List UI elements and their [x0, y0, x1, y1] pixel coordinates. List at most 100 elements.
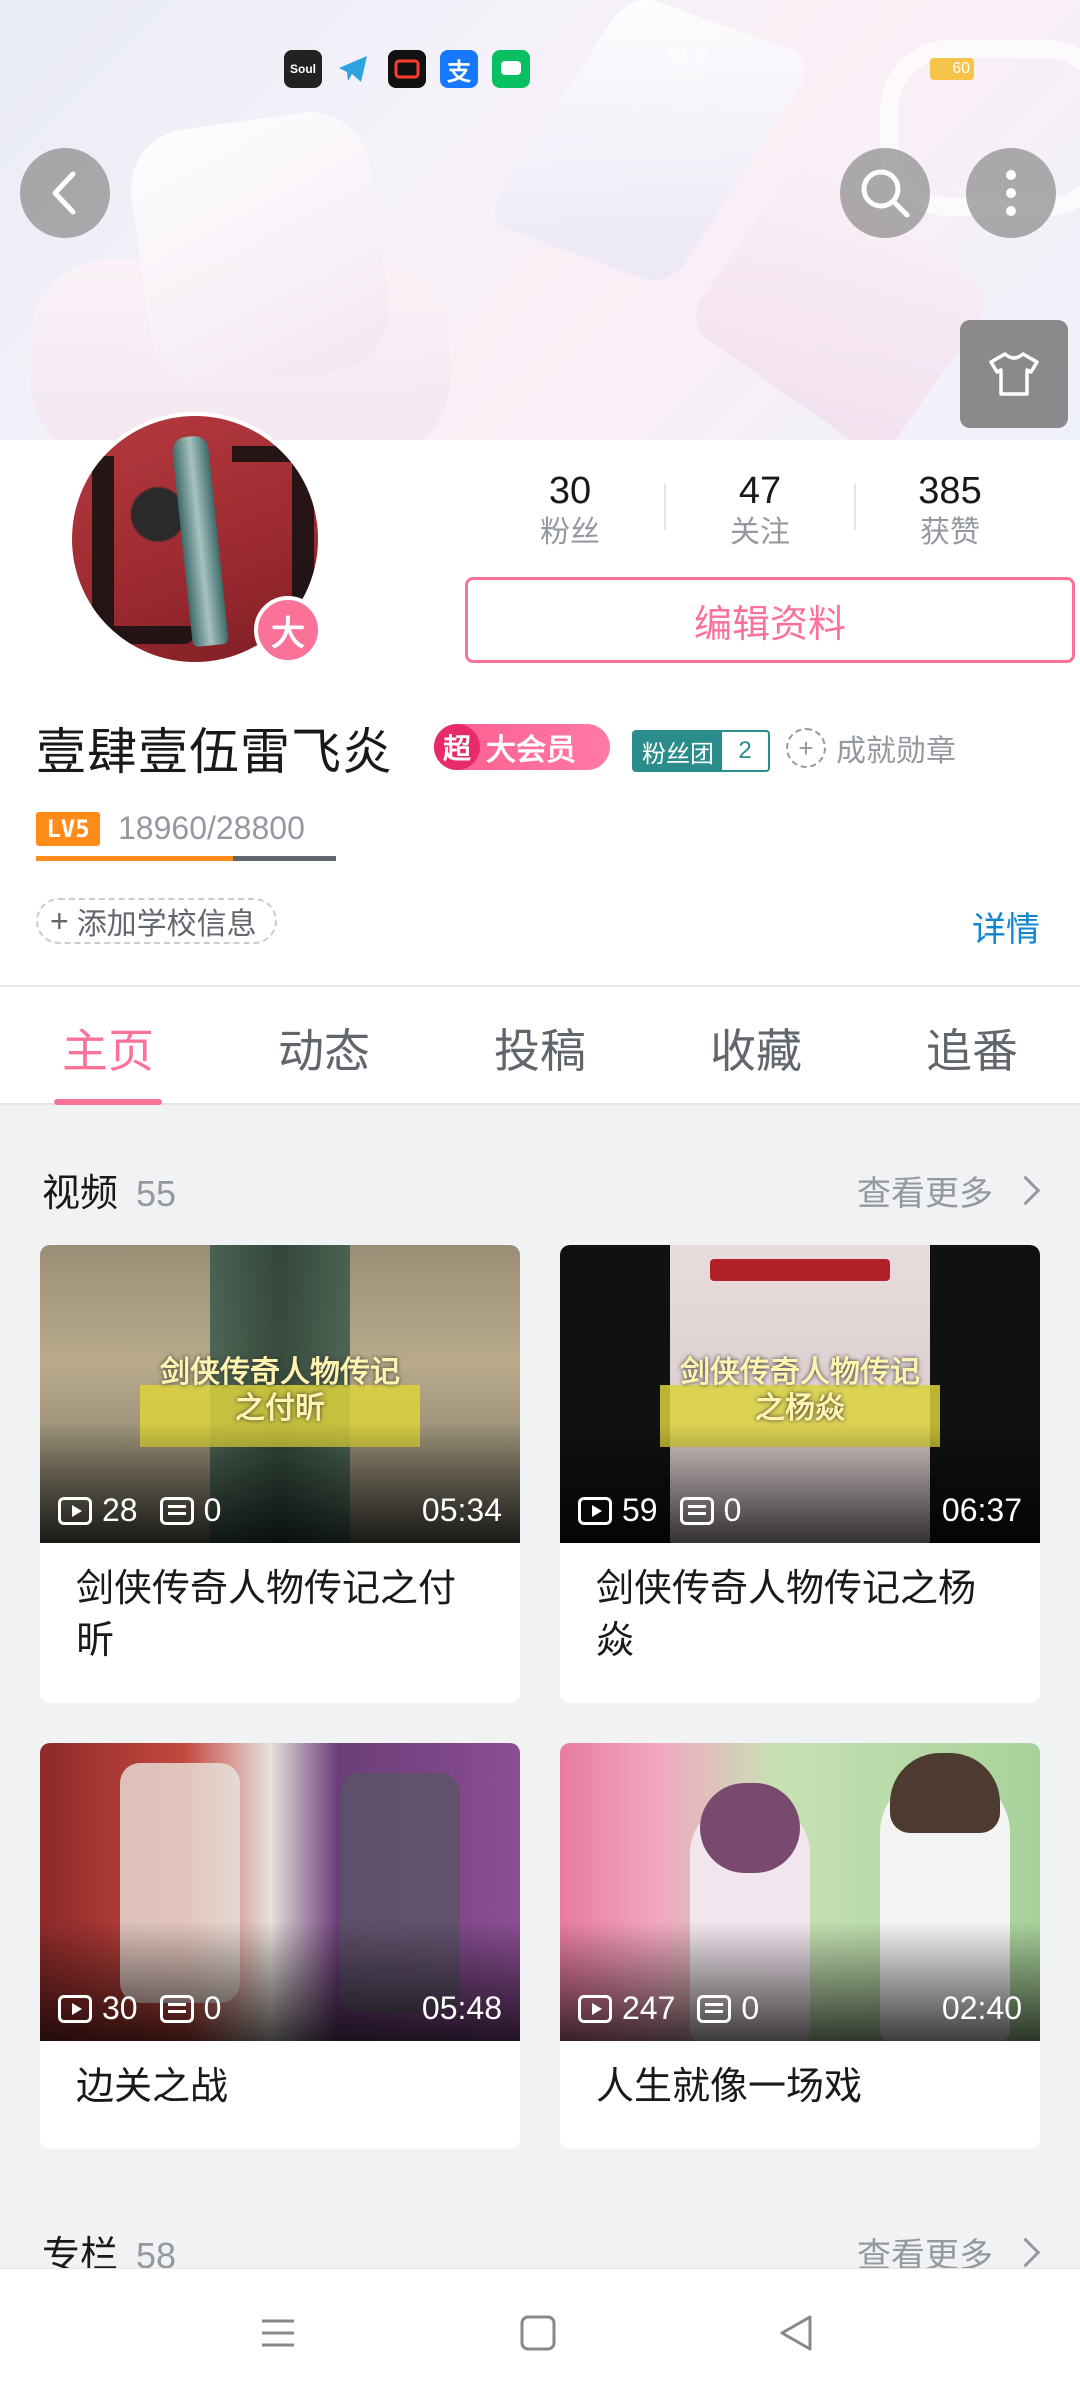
danmaku-count: 0: [741, 1990, 760, 2026]
tshirt-icon: [989, 352, 1039, 396]
thumbnail-figure: [890, 1753, 1000, 1833]
stat-likes[interactable]: 385 获赞: [880, 468, 1020, 552]
vip-avatar-badge: 大: [254, 596, 322, 664]
status-bar: Soul 支 91.0 KB/S 60: [0, 40, 1080, 96]
skin-button[interactable]: [960, 320, 1068, 428]
video-stats: 59 0: [578, 1492, 741, 1529]
play-count: 59: [622, 1492, 658, 1528]
system-navigation-bar: [0, 2268, 1080, 2401]
tab-favorites[interactable]: 收藏: [648, 1015, 864, 1081]
video-duration: 02:40: [941, 1990, 1022, 2026]
tab-dynamics[interactable]: 动态: [216, 1015, 432, 1081]
network-speed: 91.0 KB/S: [668, 46, 707, 83]
avatar-art: [232, 446, 314, 612]
video-card[interactable]: 247 0 02:40 人生就像一场戏: [560, 1743, 1040, 2149]
danmaku-icon: [159, 1496, 194, 1525]
play-count: 30: [102, 1990, 138, 2026]
video-stats: 247 0: [578, 1990, 759, 2027]
tab-submissions[interactable]: 投稿: [432, 1015, 648, 1081]
plus-icon: +: [50, 902, 69, 939]
video-duration: 05:34: [421, 1492, 502, 1528]
video-title: 边关之战: [76, 2066, 229, 2108]
telegram-icon: [334, 50, 372, 88]
video-duration: 06:37: [941, 1492, 1022, 1528]
achievement-medal-link[interactable]: + 成就勋章: [786, 728, 956, 768]
play-count-icon: [58, 1496, 92, 1525]
thumbnail-banner: [710, 1259, 890, 1281]
alipay-icon: 支: [440, 50, 478, 88]
danmaku-count: 0: [203, 1492, 222, 1528]
vip-status-badge[interactable]: 超 大会员: [434, 724, 610, 770]
back-button[interactable]: [20, 148, 110, 238]
soul-app-icon: Soul: [284, 50, 322, 88]
thumbnail-caption: 剑侠传奇人物传记 之杨焱: [680, 1356, 920, 1425]
menu-icon[interactable]: [258, 2313, 298, 2353]
tab-bangumi[interactable]: 追番: [864, 1015, 1080, 1081]
search-button[interactable]: [840, 148, 930, 238]
wechat-icon: [492, 50, 530, 88]
video-thumbnail: 剑侠传奇人物传记 之付昕 28 0 05:34: [40, 1245, 520, 1543]
play-count: 28: [102, 1492, 138, 1528]
achievement-label: 成就勋章: [836, 735, 956, 768]
profile-tabs: 主页 动态 投稿 收藏 追番: [0, 985, 1080, 1105]
fan-club-level: 2: [738, 737, 752, 764]
view-more-label: 查看更多: [857, 1175, 993, 1213]
home-square-icon[interactable]: [518, 2313, 558, 2353]
active-tab-indicator: [54, 1099, 162, 1105]
video-duration: 05:48: [421, 1990, 502, 2026]
stat-followers[interactable]: 30 粉丝: [500, 468, 640, 552]
search-icon: [861, 169, 910, 218]
video-title: 剑侠传奇人物传记之付昕: [76, 1568, 457, 1662]
danmaku-icon: [159, 1994, 194, 2023]
video-card[interactable]: 剑侠传奇人物传记 之杨焱 59 0 06:37 剑侠传奇人物传记之杨焱: [560, 1245, 1040, 1703]
stat-label: 获赞: [920, 516, 980, 549]
stat-label: 粉丝: [540, 516, 600, 549]
divider: [664, 484, 666, 530]
more-vertical-icon: [1006, 170, 1016, 216]
danmaku-count: 0: [723, 1492, 742, 1528]
banner-decoration: [123, 104, 397, 396]
stat-label: 关注: [730, 516, 790, 549]
fan-club-label: 粉丝团: [634, 732, 722, 770]
screen-recorder-icon: [388, 50, 426, 88]
play-count: 247: [622, 1990, 676, 2026]
stat-value: 47: [738, 470, 782, 512]
video-title: 剑侠传奇人物传记之杨焱: [596, 1568, 977, 1662]
back-triangle-icon[interactable]: [776, 2313, 816, 2353]
video-title: 人生就像一场戏: [596, 2066, 863, 2108]
experience-progress-fill: [36, 856, 234, 861]
details-link[interactable]: 详情: [972, 902, 1040, 951]
fan-club-badge[interactable]: 粉丝团 2: [632, 730, 770, 772]
username: 壹肆壹伍雷飞炎: [36, 724, 393, 780]
danmaku-icon: [697, 1994, 732, 2023]
more-button[interactable]: [966, 148, 1056, 238]
video-thumbnail: 247 0 02:40: [560, 1743, 1040, 2041]
videos-view-more[interactable]: 查看更多: [857, 1166, 1041, 1215]
divider: [854, 484, 856, 530]
play-count-icon: [578, 1994, 612, 2023]
video-card[interactable]: 剑侠传奇人物传记 之付昕 28 0 05:34 剑侠传奇人物传记之付昕: [40, 1245, 520, 1703]
video-card[interactable]: 30 0 05:48 边关之战: [40, 1743, 520, 2149]
danmaku-icon: [679, 1496, 714, 1525]
stat-following[interactable]: 47 关注: [690, 468, 830, 552]
chevron-right-icon: [1010, 1175, 1041, 1206]
experience-progress-bar: [36, 856, 336, 861]
danmaku-count: 0: [203, 1990, 222, 2026]
edit-profile-button[interactable]: 编辑资料: [465, 577, 1075, 663]
tab-home[interactable]: 主页: [0, 1015, 216, 1081]
play-count-icon: [58, 1994, 92, 2023]
vip-super-icon: 超: [434, 724, 480, 770]
experience-text: 18960/28800: [118, 810, 305, 846]
video-stats: 28 0: [58, 1492, 221, 1529]
back-arrow-icon: [52, 171, 76, 215]
section-title: 视频: [42, 1173, 119, 1215]
stat-value: 30: [548, 470, 592, 512]
add-school-button[interactable]: + 添加学校信息: [36, 898, 277, 944]
section-count: 55: [136, 1173, 177, 1214]
play-count-icon: [578, 1496, 612, 1525]
thumbnail-figure: [700, 1783, 800, 1873]
battery-indicator: 60: [930, 58, 974, 80]
stat-value: 385: [918, 470, 982, 512]
video-thumbnail: 剑侠传奇人物传记 之杨焱 59 0 06:37: [560, 1245, 1040, 1543]
add-school-label: 添加学校信息: [76, 908, 257, 941]
